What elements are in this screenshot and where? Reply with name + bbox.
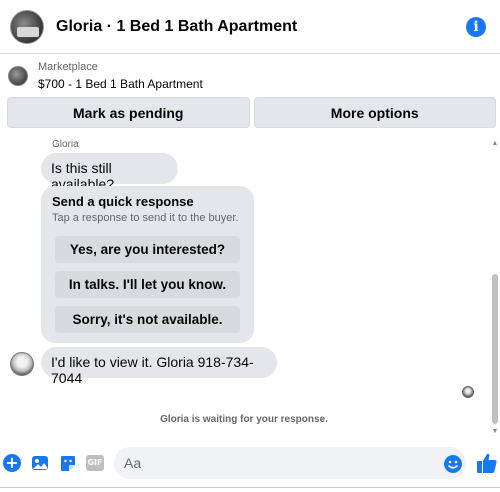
conversation-title[interactable]: Gloria · 1 Bed 1 Bath Apartment: [56, 18, 297, 36]
scroll-up-arrow-icon[interactable]: ▲: [491, 140, 499, 148]
message-bubble[interactable]: I'd like to view it. Gloria 918-734-7044: [41, 347, 277, 386]
listing-avatar[interactable]: [10, 9, 44, 44]
scroll-thumb[interactable]: [492, 274, 498, 424]
emoji-icon[interactable]: [444, 455, 462, 473]
quick-reply-yes-button[interactable]: Yes, are you interested?: [55, 236, 240, 263]
message-composer: + GIF: [0, 446, 500, 480]
info-icon[interactable]: i: [466, 17, 486, 37]
gif-icon[interactable]: GIF: [86, 455, 104, 471]
quick-response-subtitle: Tap a response to send it to the buyer.: [52, 212, 239, 224]
scroll-down-arrow-icon[interactable]: ▼: [491, 428, 499, 436]
quick-reply-in-talks-button[interactable]: In talks. I'll let you know.: [55, 271, 240, 298]
message-bubble[interactable]: Is this still available?: [41, 153, 178, 192]
more-options-button[interactable]: More options: [253, 97, 496, 128]
listing-actions: Mark as pending More options: [7, 97, 496, 128]
status-text: Gloria is waiting for your response.: [160, 414, 328, 425]
listing-text: Marketplace $700 - 1 Bed 1 Bath Apartmen…: [38, 60, 203, 92]
conversation-header: Gloria · 1 Bed 1 Bath Apartment i: [0, 0, 500, 54]
window-bottom-edge: [0, 487, 500, 492]
quick-response-title: Send a quick response: [52, 194, 194, 209]
quick-response-card: Send a quick response Tap a response to …: [41, 186, 254, 343]
sender-name: Gloria: [52, 139, 79, 150]
message-thread: Gloria Is this still available? Send a q…: [0, 130, 488, 436]
plus-icon[interactable]: +: [3, 454, 21, 472]
sticker-icon[interactable]: [59, 454, 77, 472]
quick-reply-not-available-button[interactable]: Sorry, it's not available.: [55, 306, 240, 333]
listing-summary[interactable]: Marketplace $700 - 1 Bed 1 Bath Apartmen…: [0, 55, 500, 97]
sender-avatar[interactable]: [10, 352, 34, 376]
photo-icon[interactable]: [31, 454, 49, 472]
message-input[interactable]: [114, 447, 466, 479]
listing-thumbnail: [8, 66, 28, 86]
seen-indicator-avatar: [462, 386, 474, 398]
listing-price-title: $700 - 1 Bed 1 Bath Apartment: [38, 77, 203, 91]
like-icon[interactable]: [476, 452, 498, 474]
listing-source: Marketplace: [38, 61, 98, 73]
mark-as-pending-button[interactable]: Mark as pending: [7, 97, 250, 128]
thread-scrollbar[interactable]: ▲ ▼: [490, 140, 500, 436]
